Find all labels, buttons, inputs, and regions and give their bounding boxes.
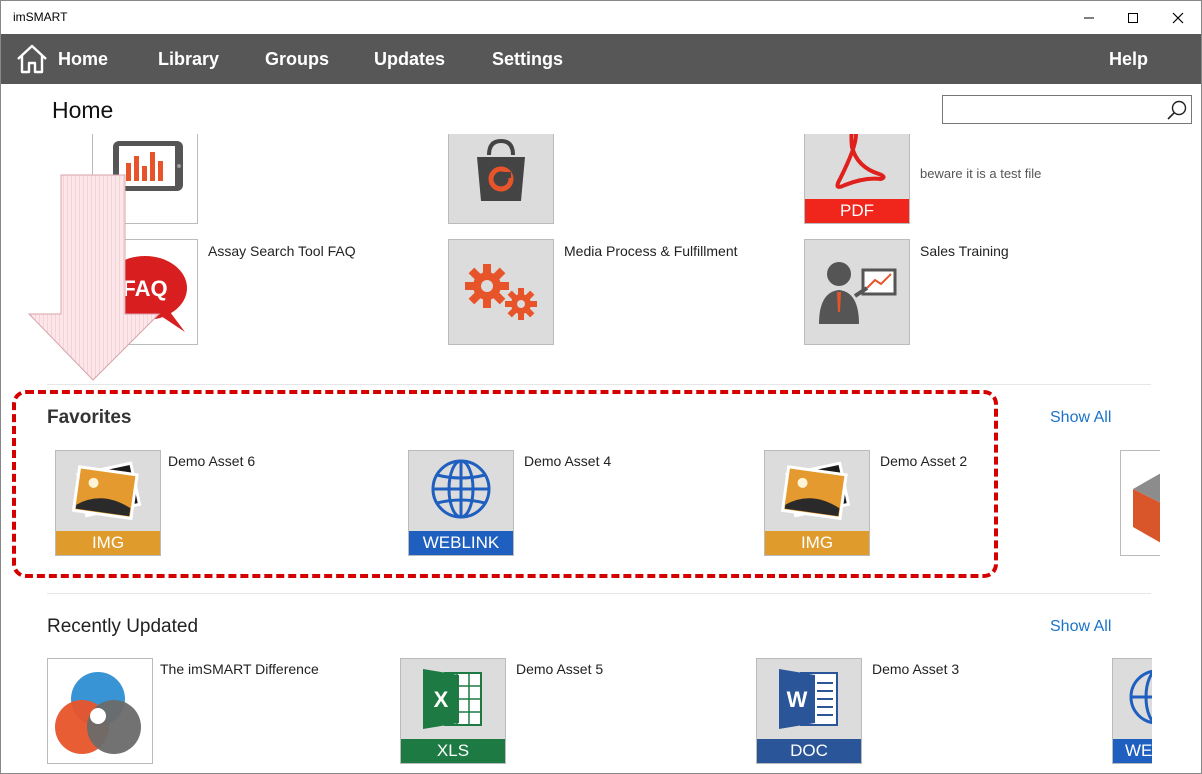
recent-tile[interactable]: X XLS — [400, 658, 506, 764]
minimize-button[interactable] — [1066, 1, 1112, 34]
image-icon — [71, 461, 142, 521]
recent-title: Recently Updated — [47, 616, 199, 637]
file-type-badge: IMG — [56, 531, 160, 555]
section-divider — [47, 593, 1151, 594]
nav-bar: Home Library Groups Updates Settings Hel… — [1, 34, 1201, 84]
nav-updates[interactable]: Updates — [374, 49, 445, 70]
file-type-badge: PDF — [805, 199, 909, 223]
asset-label: Assay Search Tool FAQ — [208, 243, 356, 259]
favorite-label: Demo Asset 2 — [880, 453, 968, 469]
favorite-tile[interactable]: IMG — [764, 450, 870, 556]
app-title: imSMART — [13, 10, 68, 24]
excel-icon: X — [423, 669, 482, 729]
recent-tile[interactable]: W DOC — [756, 658, 862, 764]
search-input[interactable] — [942, 95, 1192, 124]
presenter-icon — [819, 262, 897, 324]
home-icon[interactable] — [15, 43, 49, 75]
pdf-icon — [835, 134, 886, 189]
maximize-button[interactable] — [1110, 1, 1156, 34]
file-type-badge: DOC — [757, 739, 861, 763]
shopping-bag-icon — [477, 138, 525, 201]
down-arrow-annotation — [27, 174, 161, 381]
favorite-tile[interactable] — [1120, 450, 1160, 556]
svg-text:W: W — [787, 687, 808, 712]
nav-groups[interactable]: Groups — [265, 49, 329, 70]
favorite-label: Demo Asset 6 — [168, 453, 256, 469]
favorites-title: Favorites — [47, 407, 132, 428]
asset-tile[interactable] — [448, 239, 554, 345]
favorite-label: Demo Asset 4 — [524, 453, 612, 469]
globe-icon — [431, 459, 491, 519]
close-button[interactable] — [1155, 1, 1201, 34]
file-type-badge: XLS — [401, 739, 505, 763]
section-divider — [47, 384, 1151, 385]
asset-tile[interactable] — [804, 239, 910, 345]
file-type-badge: WE — [1113, 739, 1152, 763]
favorite-tile[interactable]: WEBLINK — [408, 450, 514, 556]
favorite-tile[interactable]: IMG — [55, 450, 161, 556]
gears-icon — [465, 264, 537, 320]
nav-library[interactable]: Library — [158, 49, 219, 70]
recent-show-all-link[interactable]: Show All — [1050, 618, 1111, 636]
asset-tile[interactable] — [448, 134, 554, 224]
close-icon — [1172, 12, 1184, 23]
asset-label: Sales Training — [920, 243, 1009, 259]
minimize-icon — [1084, 17, 1094, 18]
asset-tile[interactable]: PDF — [804, 134, 910, 224]
recent-tile[interactable] — [47, 658, 153, 764]
content-area: PDF beware it is a test file FAQ Assay S… — [1, 134, 1201, 773]
page-title: Home — [52, 97, 114, 123]
search-icon[interactable] — [1166, 99, 1188, 121]
recent-label: The imSMART Difference — [160, 661, 319, 677]
cube-icon — [1133, 473, 1160, 543]
maximize-icon — [1128, 12, 1138, 23]
svg-text:X: X — [434, 687, 449, 712]
recent-tile[interactable]: WE — [1112, 658, 1152, 764]
nav-settings[interactable]: Settings — [492, 49, 563, 70]
image-icon — [780, 461, 851, 521]
asset-description: beware it is a test file — [920, 166, 1042, 181]
file-type-badge: WEBLINK — [409, 531, 513, 555]
recent-label: Demo Asset 5 — [516, 661, 604, 677]
venn-diagram-icon — [55, 672, 141, 754]
asset-label: Media Process & Fulfillment — [564, 243, 738, 259]
nav-help[interactable]: Help — [1109, 49, 1148, 70]
favorites-show-all-link[interactable]: Show All — [1050, 409, 1111, 427]
title-bar: imSMART — [1, 1, 1201, 34]
globe-icon — [1129, 669, 1152, 725]
app-window: imSMART Home Library Groups Updates Sett… — [0, 0, 1202, 774]
recent-label: Demo Asset 3 — [872, 661, 960, 677]
word-icon: W — [779, 669, 838, 729]
file-type-badge: IMG — [765, 531, 869, 555]
nav-home[interactable]: Home — [58, 49, 108, 70]
